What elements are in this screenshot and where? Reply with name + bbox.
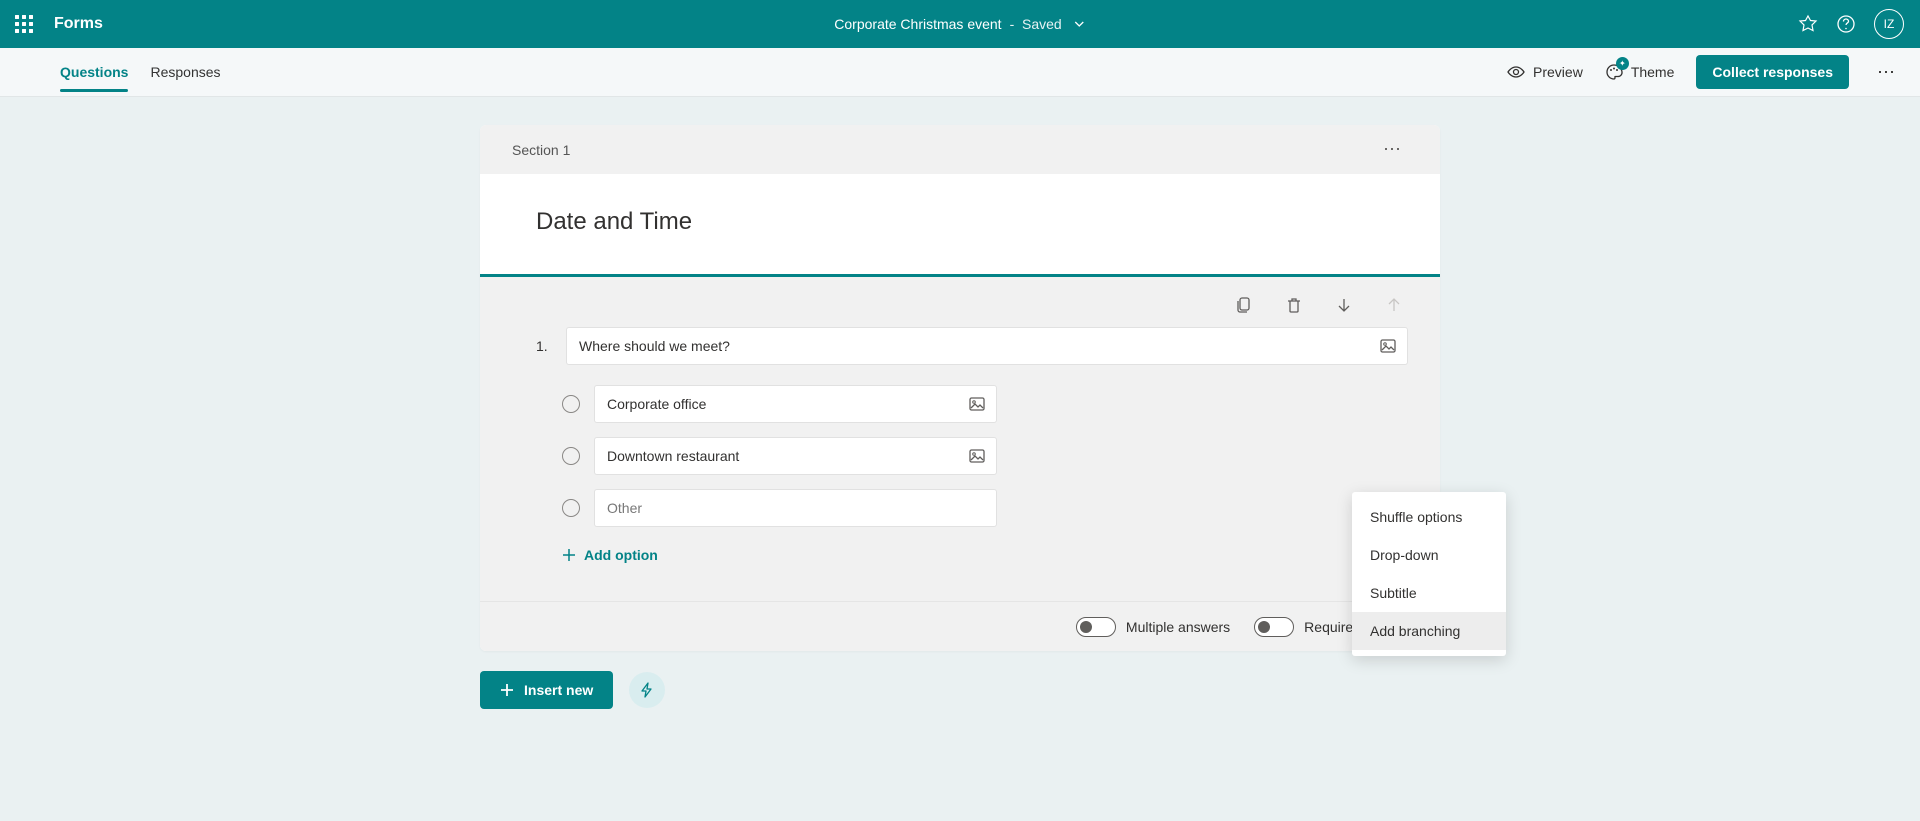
question-text: Where should we meet?	[579, 338, 730, 354]
theme-button[interactable]: ✦ Theme	[1605, 63, 1675, 81]
preview-label: Preview	[1533, 64, 1583, 80]
help-icon[interactable]	[1836, 14, 1856, 34]
insert-media-icon[interactable]	[1379, 337, 1397, 355]
question-body: 1. Where should we meet? Corporate offic…	[480, 321, 1440, 601]
tab-responses[interactable]: Responses	[150, 48, 220, 96]
radio-icon	[562, 499, 580, 517]
question-footer: Multiple answers Required ⋯	[480, 601, 1440, 651]
question-title-row: 1. Where should we meet?	[536, 327, 1408, 365]
menu-shuffle-options[interactable]: Shuffle options	[1352, 498, 1506, 536]
multiple-answers-label: Multiple answers	[1126, 619, 1230, 635]
lightning-icon	[639, 682, 655, 698]
form-content: Section 1 ⋯ Date and Time	[480, 125, 1440, 821]
insert-media-icon[interactable]	[968, 447, 986, 465]
eye-icon	[1507, 63, 1525, 81]
option-row: Corporate office	[562, 385, 1408, 423]
add-option-label: Add option	[584, 547, 658, 563]
chevron-down-icon	[1074, 18, 1086, 30]
insert-media-icon[interactable]	[968, 395, 986, 413]
waffle-icon	[15, 15, 33, 33]
theme-notification-badge: ✦	[1616, 57, 1629, 70]
editor-tabs: Questions Responses	[60, 48, 221, 96]
plus-icon	[500, 683, 514, 697]
insert-new-label: Insert new	[524, 682, 593, 698]
preview-button[interactable]: Preview	[1507, 63, 1583, 81]
question-text-input[interactable]: Where should we meet?	[566, 327, 1408, 365]
insert-row: Insert new	[480, 671, 1440, 709]
option-other-placeholder: Other	[607, 500, 642, 516]
question-toolbar	[480, 277, 1440, 321]
plus-icon	[562, 548, 576, 562]
premium-icon[interactable]	[1798, 14, 1818, 34]
avatar-initials: IZ	[1884, 17, 1895, 31]
add-option-button[interactable]: Add option	[562, 547, 1408, 581]
question-context-menu: Shuffle options Drop-down Subtitle Add b…	[1352, 492, 1506, 656]
section-more-button[interactable]: ⋯	[1377, 139, 1408, 160]
required-toggle-group: Required	[1254, 617, 1361, 637]
required-toggle[interactable]	[1254, 617, 1294, 637]
menu-drop-down[interactable]: Drop-down	[1352, 536, 1506, 574]
section-body: Date and Time	[480, 174, 1440, 274]
section-title[interactable]: Date and Time	[536, 208, 1384, 236]
app-header: Forms Corporate Christmas event - Saved …	[0, 0, 1920, 48]
app-launcher-button[interactable]	[0, 0, 48, 48]
form-card: Section 1 ⋯ Date and Time	[480, 125, 1440, 651]
theme-label: Theme	[1631, 64, 1675, 80]
option-text: Downtown restaurant	[607, 448, 739, 464]
main-scroll-area[interactable]: Section 1 ⋯ Date and Time	[0, 97, 1920, 821]
menu-add-branching[interactable]: Add branching	[1352, 612, 1506, 650]
document-title-area[interactable]: Corporate Christmas event - Saved	[834, 16, 1085, 32]
option-input-2[interactable]: Downtown restaurant	[594, 437, 997, 475]
header-right: IZ	[1798, 9, 1920, 39]
option-text: Corporate office	[607, 396, 706, 412]
option-input-other[interactable]: Other	[594, 489, 997, 527]
app-name[interactable]: Forms	[54, 15, 103, 33]
option-row: Downtown restaurant	[562, 437, 1408, 475]
delete-question-button[interactable]	[1284, 295, 1304, 315]
toolbar: Questions Responses Preview ✦ Theme Coll…	[0, 48, 1920, 97]
move-down-button[interactable]	[1334, 295, 1354, 315]
menu-subtitle[interactable]: Subtitle	[1352, 574, 1506, 612]
question-number: 1.	[536, 338, 552, 354]
multiple-answers-toggle-group: Multiple answers	[1076, 617, 1230, 637]
collect-responses-button[interactable]: Collect responses	[1696, 55, 1849, 89]
question-card: 1. Where should we meet? Corporate offic…	[480, 274, 1440, 651]
tab-questions[interactable]: Questions	[60, 48, 128, 96]
document-title: Corporate Christmas event	[834, 16, 1001, 32]
toolbar-right: Preview ✦ Theme Collect responses ⋯	[1507, 55, 1902, 89]
multiple-answers-toggle[interactable]	[1076, 617, 1116, 637]
section-label: Section 1	[512, 142, 570, 158]
saved-status: Saved	[1022, 16, 1062, 32]
radio-icon	[562, 395, 580, 413]
user-avatar[interactable]: IZ	[1874, 9, 1904, 39]
more-actions-button[interactable]: ⋯	[1871, 62, 1902, 83]
suggestions-button[interactable]	[629, 672, 665, 708]
move-up-button	[1384, 295, 1404, 315]
option-row: Other	[562, 489, 1408, 527]
insert-new-button[interactable]: Insert new	[480, 671, 613, 709]
palette-icon: ✦	[1605, 63, 1623, 81]
copy-question-button[interactable]	[1234, 295, 1254, 315]
option-input-1[interactable]: Corporate office	[594, 385, 997, 423]
radio-icon	[562, 447, 580, 465]
section-header[interactable]: Section 1 ⋯	[480, 125, 1440, 174]
